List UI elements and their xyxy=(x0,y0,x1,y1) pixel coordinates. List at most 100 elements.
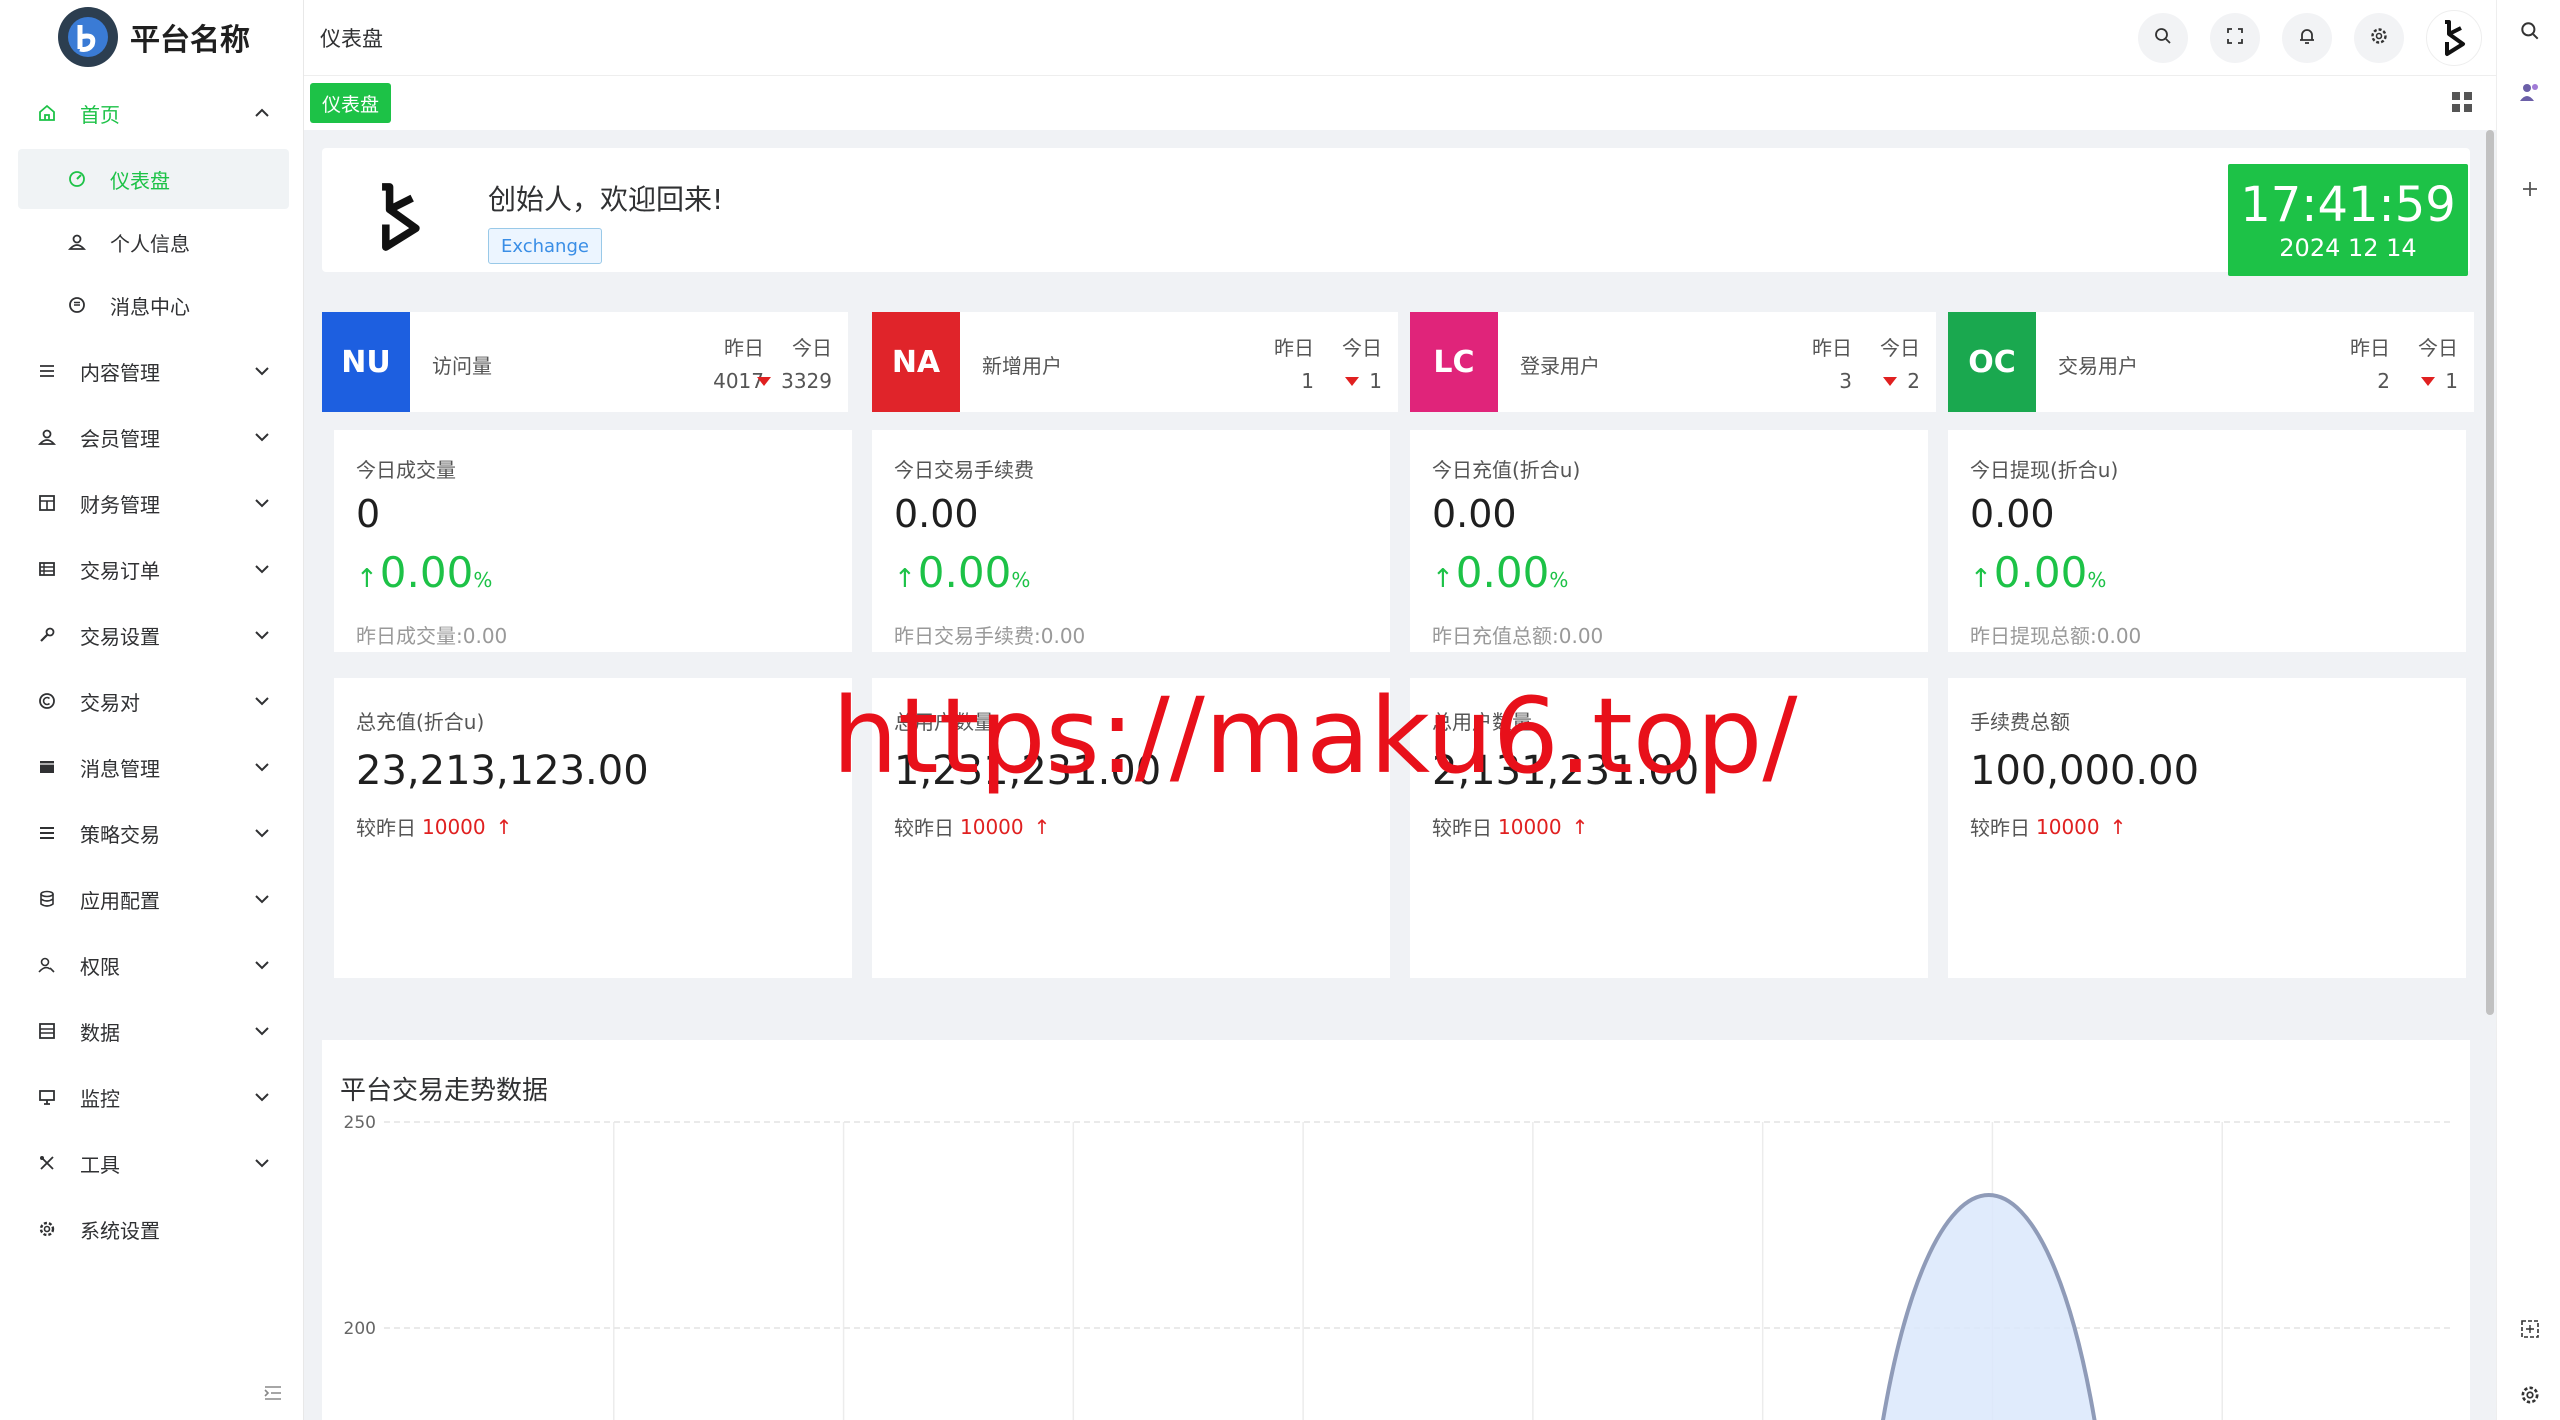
stat-badge: NU xyxy=(322,312,410,412)
stat-card-trading-users: OC 交易用户 昨日 2 今日 1 xyxy=(1948,312,2474,412)
tab-dashboard[interactable]: 仪表盘 xyxy=(310,83,392,123)
chevron-down-icon xyxy=(251,426,273,448)
search-icon[interactable] xyxy=(2517,18,2543,44)
search-button[interactable] xyxy=(2138,13,2188,63)
stat-today: 今日 2 xyxy=(1880,332,1920,393)
sidebar-item-label: 权限 xyxy=(80,954,120,979)
stat-yesterday-label: 昨日 xyxy=(2350,336,2390,360)
settings-icon xyxy=(36,1218,58,1240)
kpi-label: 今日成交量 xyxy=(356,458,456,482)
sidebar-item-label: 数据 xyxy=(80,1020,120,1045)
stat-name: 访问量 xyxy=(432,354,492,378)
sidebar-subitem-label: 仪表盘 xyxy=(110,168,170,193)
stat-badge: NA xyxy=(872,312,960,412)
sidebar-item-system-settings[interactable]: 系统设置 xyxy=(0,1196,303,1262)
kpi-card-deposits: 今日充值(折合u) 0.00 ↑ 0.00% 昨日充值总额:0.00 xyxy=(1410,430,1928,652)
clock-time: 17:41:59 xyxy=(2240,177,2456,233)
stat-yesterday: 昨日 2 xyxy=(2350,332,2390,393)
up-arrow-icon: ↑ xyxy=(1432,564,1454,594)
platform-name: 平台名称 xyxy=(130,23,250,58)
total-foot-prefix: 较昨日 xyxy=(1432,816,1492,840)
sidebar-item-permissions[interactable]: 权限 xyxy=(0,932,303,998)
sidebar-item-label: 交易订单 xyxy=(80,558,160,583)
right-utility-strip xyxy=(2496,0,2560,1420)
tabs-bar: 仪表盘 xyxy=(304,76,2496,130)
kpi-change-unit: % xyxy=(1011,568,1031,592)
fullscreen-button[interactable] xyxy=(2210,13,2260,63)
screenshot-icon[interactable] xyxy=(2517,1316,2543,1342)
total-foot-value: 10000 xyxy=(960,814,1024,839)
down-triangle-icon xyxy=(2421,376,2436,386)
up-arrow-icon: ↑ xyxy=(894,564,916,594)
chevron-down-icon xyxy=(251,624,273,646)
watermark-text: https://maku6.top/ xyxy=(832,675,1798,797)
sidebar-item-label: 交易设置 xyxy=(80,624,160,649)
exchange-tag: Exchange xyxy=(488,228,602,264)
sidebar-item-content[interactable]: 内容管理 xyxy=(0,338,303,404)
sidebar-item-strategy[interactable]: 策略交易 xyxy=(0,800,303,866)
sidebar-item-members[interactable]: 会员管理 xyxy=(0,404,303,470)
chevron-down-icon xyxy=(251,954,273,976)
stat-today-label: 今日 xyxy=(1342,336,1382,360)
sidebar-item-message-mgmt[interactable]: 消息管理 xyxy=(0,734,303,800)
sidebar-item-finance[interactable]: 财务管理 xyxy=(0,470,303,536)
config-icon xyxy=(36,888,58,910)
message-icon xyxy=(66,294,88,316)
people-icon[interactable] xyxy=(2517,80,2543,106)
kpi-card-fees: 今日交易手续费 0.00 ↑ 0.00% 昨日交易手续费:0.00 xyxy=(872,430,1390,652)
stat-yesterday-label: 昨日 xyxy=(1274,336,1314,360)
kpi-change-value: 0.00 xyxy=(379,548,474,597)
bell-icon xyxy=(2297,26,2317,50)
gear-icon[interactable] xyxy=(2517,1382,2543,1408)
stat-yesterday: 昨日 1 xyxy=(1274,332,1314,393)
kpi-change-value: 0.00 xyxy=(1993,548,2088,597)
notifications-button[interactable] xyxy=(2282,13,2332,63)
up-arrow-icon: ↑ xyxy=(1970,564,1992,594)
sidebar-item-monitor[interactable]: 监控 xyxy=(0,1064,303,1130)
sidebar-item-label: 监控 xyxy=(80,1086,120,1111)
sidebar-subitem-dashboard[interactable]: 仪表盘 xyxy=(18,149,289,209)
platform-logo[interactable] xyxy=(58,7,118,67)
chevron-down-icon xyxy=(251,1020,273,1042)
order-icon xyxy=(36,558,58,580)
sidebar-item-app-config[interactable]: 应用配置 xyxy=(0,866,303,932)
total-label: 手续费总额 xyxy=(1970,710,2070,734)
kpi-value: 0.00 xyxy=(1432,492,1517,536)
total-foot-value: 10000 xyxy=(422,814,486,839)
stat-name: 交易用户 xyxy=(2058,354,2138,378)
sidebar-item-label: 财务管理 xyxy=(80,492,160,517)
stat-today-value: 2 xyxy=(1907,369,1920,393)
main-scrollbar[interactable] xyxy=(2486,130,2494,1015)
sidebar-item-trading-pairs[interactable]: 交易对 xyxy=(0,668,303,734)
total-foot-prefix: 较昨日 xyxy=(894,816,954,840)
chart-y-tick-label: 200 xyxy=(344,1319,376,1339)
plus-icon[interactable] xyxy=(2517,176,2543,202)
stat-today-value: 3329 xyxy=(781,369,832,393)
sidebar-subitem-messages[interactable]: 消息中心 xyxy=(18,275,289,335)
settings-button[interactable] xyxy=(2354,13,2404,63)
user-icon xyxy=(66,231,88,253)
sidebar-item-tools[interactable]: 工具 xyxy=(0,1130,303,1196)
mail-icon xyxy=(36,756,58,778)
collapse-sidebar-icon[interactable] xyxy=(260,1380,286,1406)
chevron-down-icon xyxy=(251,360,273,382)
chevron-down-icon xyxy=(251,822,273,844)
sidebar-item-data[interactable]: 数据 xyxy=(0,998,303,1064)
sidebar-item-label: 消息管理 xyxy=(80,756,160,781)
dashboard-icon xyxy=(66,168,88,190)
wrench-icon xyxy=(36,624,58,646)
sidebar-item-label: 首页 xyxy=(80,102,120,127)
up-arrow-icon: ↑ xyxy=(356,564,378,594)
sidebar-item-orders[interactable]: 交易订单 xyxy=(0,536,303,602)
fullscreen-icon xyxy=(2225,26,2245,50)
chart-y-tick-label: 250 xyxy=(344,1113,376,1133)
sidebar-subitem-profile[interactable]: 个人信息 xyxy=(18,212,289,272)
sidebar-item-trade-settings[interactable]: 交易设置 xyxy=(0,602,303,668)
user-avatar[interactable] xyxy=(2426,10,2482,66)
kpi-footnote: 昨日充值总额:0.00 xyxy=(1432,624,1604,648)
breadcrumb[interactable]: 仪表盘 xyxy=(320,23,383,53)
grid-icon[interactable] xyxy=(2450,90,2476,116)
total-foot-prefix: 较昨日 xyxy=(1970,816,2030,840)
stat-today: 今日 1 xyxy=(2418,332,2458,393)
sidebar-item-home[interactable]: 首页 xyxy=(0,80,303,146)
